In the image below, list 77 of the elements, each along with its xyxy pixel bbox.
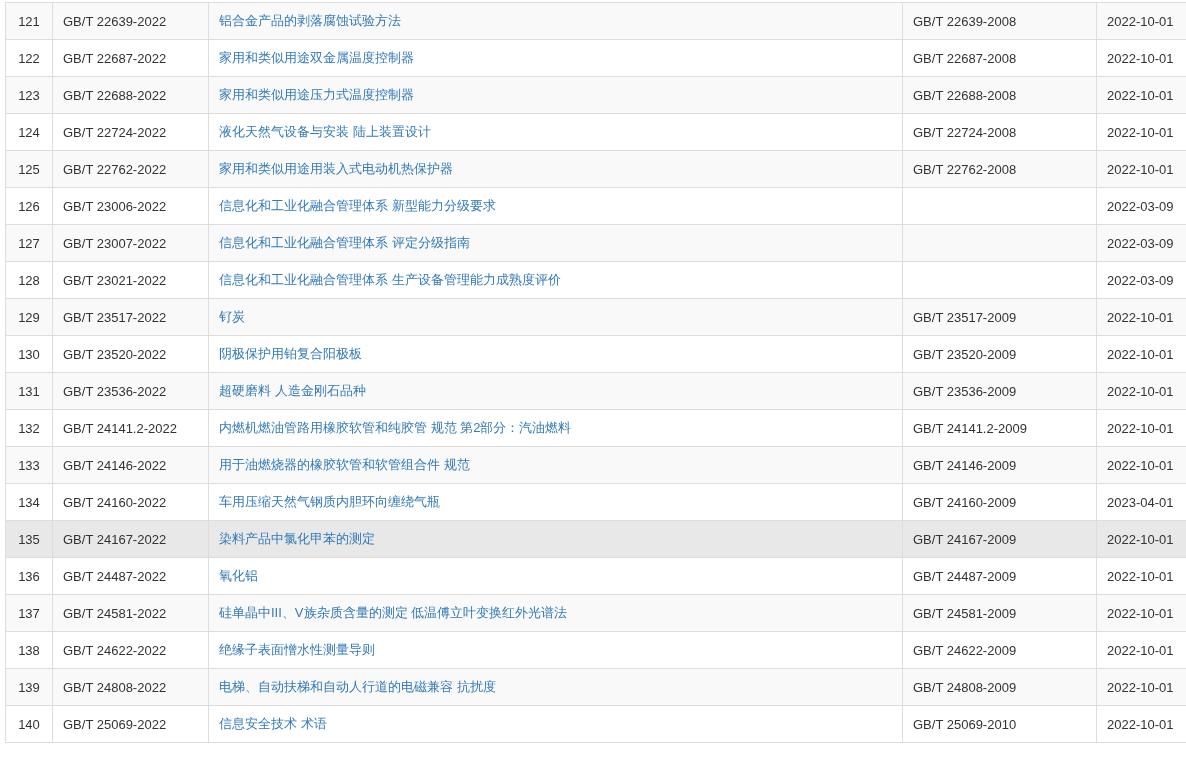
standard-title-link[interactable]: 氧化铝 <box>219 568 258 583</box>
table-cell: GB/T 24160-2009 <box>902 483 1097 521</box>
standard-title-link[interactable]: 信息化和工业化融合管理体系 新型能力分级要求 <box>219 198 496 213</box>
standard-title-link[interactable]: 硅单晶中III、V族杂质含量的测定 低温傅立叶变换红外光谱法 <box>219 605 568 620</box>
standard-title-link[interactable]: 信息化和工业化融合管理体系 生产设备管理能力成熟度评价 <box>219 272 561 287</box>
table-cell: GB/T 22724-2008 <box>902 113 1097 151</box>
table-cell: 133 <box>5 446 53 484</box>
standard-title-link[interactable]: 家用和类似用途压力式温度控制器 <box>219 87 414 102</box>
table-cell: GB/T 24622-2009 <box>902 631 1097 669</box>
table-cell: GB/T 22762-2022 <box>52 150 209 188</box>
table-cell: 127 <box>5 224 53 262</box>
table-cell: GB/T 24808-2022 <box>52 668 209 706</box>
table-cell: GB/T 23006-2022 <box>52 187 209 225</box>
standard-title-link[interactable]: 钌炭 <box>219 309 245 324</box>
table-cell: GB/T 24141.2-2022 <box>52 409 209 447</box>
table-cell: GB/T 22687-2022 <box>52 39 209 77</box>
table-cell: 128 <box>5 261 53 299</box>
table-cell: GB/T 23536-2022 <box>52 372 209 410</box>
standard-title-link[interactable]: 阴极保护用铂复合阳极板 <box>219 346 362 361</box>
table-cell: GB/T 23517-2022 <box>52 298 209 336</box>
table-cell: 130 <box>5 335 53 373</box>
standard-title-link[interactable]: 电梯、自动扶梯和自动人行道的电磁兼容 抗扰度 <box>219 679 496 694</box>
table-cell: GB/T 24581-2009 <box>902 594 1097 632</box>
table-cell: GB/T 22688-2008 <box>902 76 1097 114</box>
standard-title-link[interactable]: 铝合金产品的剥落腐蚀试验方法 <box>219 13 401 28</box>
table-cell: GB/T 24622-2022 <box>52 631 209 669</box>
table-cell: 121 <box>5 2 53 40</box>
table-cell: 132 <box>5 409 53 447</box>
table-cell: GB/T 22687-2008 <box>902 39 1097 77</box>
table-cell: 131 <box>5 372 53 410</box>
table-cell: 139 <box>5 668 53 706</box>
table-cell: 140 <box>5 705 53 743</box>
table-cell: GB/T 24167-2022 <box>52 520 209 558</box>
table-cell: GB/T 24487-2022 <box>52 557 209 595</box>
standard-title-link[interactable]: 绝缘子表面憎水性测量导则 <box>219 642 375 657</box>
table-cell: 138 <box>5 631 53 669</box>
table-cell: GB/T 24146-2009 <box>902 446 1097 484</box>
table-cell: GB/T 25069-2022 <box>52 705 209 743</box>
standard-title-link[interactable]: 用于油燃烧器的橡胶软管和软管组合件 规范 <box>219 457 470 472</box>
table-cell: GB/T 24146-2022 <box>52 446 209 484</box>
standard-title-link[interactable]: 信息化和工业化融合管理体系 评定分级指南 <box>219 235 470 250</box>
table-cell: 125 <box>5 150 53 188</box>
table-cell: GB/T 24141.2-2009 <box>902 409 1097 447</box>
standard-title-link[interactable]: 车用压缩天然气钢质内胆环向缠绕气瓶 <box>219 494 440 509</box>
table-cell: 126 <box>5 187 53 225</box>
standard-title-link[interactable]: 液化天然气设备与安装 陆上装置设计 <box>219 124 431 139</box>
standard-title-link[interactable]: 超硬磨料 人造金刚石品种 <box>219 383 366 398</box>
table-cell: GB/T 24581-2022 <box>52 594 209 632</box>
table-cell: 136 <box>5 557 53 595</box>
standard-title-link[interactable]: 家用和类似用途用装入式电动机热保护器 <box>219 161 453 176</box>
table-cell: GB/T 23520-2009 <box>902 335 1097 373</box>
table-cell: 134 <box>5 483 53 521</box>
table-cell: 123 <box>5 76 53 114</box>
table-cell: GB/T 23520-2022 <box>52 335 209 373</box>
table-cell: GB/T 22688-2022 <box>52 76 209 114</box>
table-cell: GB/T 22724-2022 <box>52 113 209 151</box>
table-cell: 129 <box>5 298 53 336</box>
table-cell: GB/T 24487-2009 <box>902 557 1097 595</box>
table-cell: GB/T 24167-2009 <box>902 520 1097 558</box>
table-cell: 2022-10-01 <box>1096 2 1186 40</box>
table-cell: GB/T 24808-2009 <box>902 668 1097 706</box>
table-cell: 122 <box>5 39 53 77</box>
table-cell: GB/T 23007-2022 <box>52 224 209 262</box>
table-cell: GB/T 23021-2022 <box>52 261 209 299</box>
table-cell: 137 <box>5 594 53 632</box>
table-cell: 135 <box>5 520 53 558</box>
table-cell: GB/T 25069-2010 <box>902 705 1097 743</box>
table-cell: GB/T 22762-2008 <box>902 150 1097 188</box>
table-cell: GB/T 22639-2022 <box>52 2 209 40</box>
table-cell: GB/T 23517-2009 <box>902 298 1097 336</box>
standard-title-link[interactable]: 信息安全技术 术语 <box>219 716 327 731</box>
table-cell: GB/T 24160-2022 <box>52 483 209 521</box>
table-cell: GB/T 22639-2008 <box>902 2 1097 40</box>
table-cell: GB/T 23536-2009 <box>902 372 1097 410</box>
table-cell: 124 <box>5 113 53 151</box>
standard-title-link[interactable]: 家用和类似用途双金属温度控制器 <box>219 50 414 65</box>
standard-title-link[interactable]: 染料产品中氯化甲苯的测定 <box>219 531 375 546</box>
